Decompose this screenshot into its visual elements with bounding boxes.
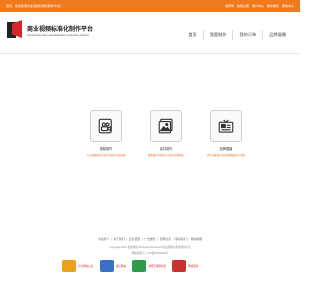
service-card-video[interactable]: 视频制作 专业拍摄团队为您打造商业宣传视频 (86, 110, 126, 157)
brand-name-en: Commercial video standardization product… (27, 33, 89, 37)
copyright-text: Copyright 2016 金鹿科技 All Rights Reserved … (109, 246, 191, 249)
service-desc: 多平台展播让您的品牌被更多人看到 (206, 154, 246, 157)
service-card-material[interactable]: 素材制作 精美图片素材设计为您的品牌增色 (146, 110, 186, 157)
register-link[interactable]: 免费注册 (237, 4, 249, 8)
login-link[interactable]: 请登录 (225, 4, 234, 8)
footer-link[interactable]: 业务范围 (128, 237, 141, 241)
trust-badge[interactable]: 诚信网站 (99, 260, 126, 272)
logo-text: 商业视频标准化制作平台 Commercial video standardiza… (27, 24, 93, 37)
production-service-link[interactable]: 制作服务 (267, 4, 279, 8)
nav-item-make[interactable]: 我要制作 (202, 30, 233, 40)
trust-badge[interactable]: 可信网站认证 (62, 260, 94, 272)
trusted-site-icon (62, 260, 76, 272)
badge-label: 可信网站认证 (78, 265, 94, 268)
site-header: 商业视频标准化制作平台 Commercial video standardiza… (0, 12, 300, 54)
nav-item-home[interactable]: 首页 (182, 30, 202, 40)
welcome-notice: 您好，欢迎使用商业视频标准化制作平台！ (6, 4, 64, 8)
service-card-brand[interactable]: 品牌展播 多平台展播让您的品牌被更多人看到 (206, 110, 246, 157)
trust-badge[interactable]: 中国互联网协会 (131, 260, 167, 272)
nav-item-brand-showcase[interactable]: 品牌展播 (262, 30, 292, 40)
service-title: 素材制作 (159, 147, 173, 151)
footer-link[interactable]: 广告服务 (143, 237, 156, 241)
service-desc: 专业拍摄团队为您打造商业宣传视频 (86, 154, 126, 157)
icp-record[interactable]: 网站备案号：ICP备00000000号 (0, 251, 300, 255)
footer-link[interactable]: 联系我们 (174, 237, 187, 241)
badge-label: 诚信网站 (115, 265, 126, 268)
footer-link[interactable]: 招聘信息 (159, 237, 172, 241)
broadcast-screen-icon (210, 110, 242, 142)
site-logo[interactable]: 商业视频标准化制作平台 Commercial video standardiza… (7, 20, 93, 40)
service-title: 视频制作 (99, 147, 113, 151)
user-center-link[interactable]: 用户中心 (252, 4, 264, 8)
service-desc: 精美图片素材设计为您的品牌增色 (148, 154, 184, 157)
badge-label: 网络警察 (188, 265, 199, 268)
footer-link[interactable]: 关于我们 (112, 237, 125, 241)
footer-links: 平台简介 | 关于我们 | 业务范围 | 广告服务 | 招聘信息 | 联系我们 … (97, 237, 203, 241)
help-center-link[interactable]: 帮助中心 (282, 4, 294, 8)
video-camera-icon (90, 110, 122, 142)
main-nav: 首页 我要制作 我的订单 品牌展播 (182, 30, 292, 40)
internet-association-icon (131, 260, 146, 272)
trust-badges: 可信网站认证 诚信网站 中国互联网协会 网络警察 (62, 260, 198, 272)
service-cards: 视频制作 专业拍摄团队为您打造商业宣传视频 素材制作 精美图片素材设计为您的品牌… (86, 110, 246, 157)
cyber-police-icon (172, 260, 187, 272)
footer-link[interactable]: 平台简介 (97, 237, 110, 241)
logo-mark-icon (7, 20, 23, 40)
image-gallery-icon (150, 110, 182, 142)
top-links: 请登录 免费注册 用户中心 制作服务 帮助中心 (225, 4, 294, 8)
service-title: 品牌展播 (219, 147, 233, 151)
top-bar: 您好，欢迎使用商业视频标准化制作平台！ 请登录 免费注册 用户中心 制作服务 帮… (0, 0, 300, 12)
brand-name: 商业视频标准化制作平台 (27, 26, 94, 33)
badge-label: 中国互联网协会 (147, 265, 167, 268)
trust-badge[interactable]: 网络警察 (172, 260, 198, 272)
credit-site-icon (99, 260, 114, 272)
footer-link[interactable]: 网站地图 (190, 237, 203, 241)
nav-item-orders[interactable]: 我的订单 (232, 30, 262, 40)
